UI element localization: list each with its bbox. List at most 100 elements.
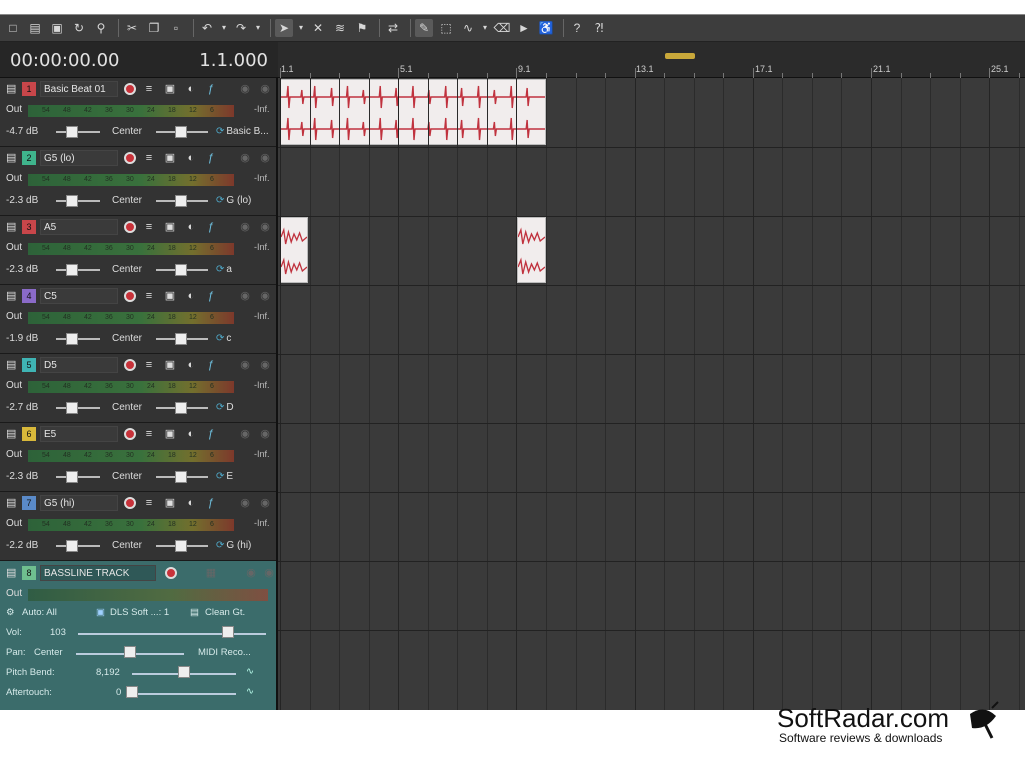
track-number[interactable]: 1 xyxy=(22,82,36,96)
track-settings-icon[interactable]: ◉ xyxy=(258,82,272,96)
aftertouch-envelope-icon[interactable]: ∿ xyxy=(246,686,254,697)
record-arm-button[interactable] xyxy=(124,497,136,509)
track-mute-icon[interactable]: ◐ xyxy=(184,151,198,165)
timeline-grid[interactable] xyxy=(278,78,1025,710)
track-solo-icon[interactable]: ▣ xyxy=(163,289,177,303)
marker-icon[interactable]: ⚑ xyxy=(353,19,371,37)
help-icon[interactable]: ? xyxy=(568,19,586,37)
synth-select[interactable]: DLS Soft ...: 1 xyxy=(110,607,169,618)
track-mute-icon[interactable]: ◐ xyxy=(184,358,198,372)
select-icon[interactable]: ⬚ xyxy=(437,19,455,37)
track-output-select[interactable]: ⟳ a xyxy=(216,264,232,275)
audio-event-basic-beat[interactable] xyxy=(280,79,546,145)
record-arm-button[interactable] xyxy=(124,221,136,233)
track-name[interactable]: Basic Beat 01 xyxy=(40,81,118,97)
audio-event-a5-2[interactable] xyxy=(517,217,546,283)
fx-icon[interactable]: ƒ xyxy=(204,151,218,165)
erase-icon[interactable]: ⌫ xyxy=(493,19,511,37)
record-arm-button[interactable] xyxy=(165,567,177,579)
pan-slider-knob[interactable] xyxy=(175,333,187,345)
zoom-icon[interactable]: ⚲ xyxy=(92,19,110,37)
audio-track[interactable]: ▤ 1 Basic Beat 01 ≡ ▣ ◐ ƒ ◉ ◉ Out 54 48 42… xyxy=(0,78,276,147)
pan-slider-knob[interactable] xyxy=(175,471,187,483)
track-expand-icon[interactable]: ▤ xyxy=(6,83,18,95)
loop-icon[interactable]: ↻ xyxy=(70,19,88,37)
automation-icon[interactable]: ◉ xyxy=(238,358,252,372)
pencil-icon[interactable]: ✎ xyxy=(415,19,433,37)
copy-icon[interactable]: ❐ xyxy=(145,19,163,37)
volume-slider-knob[interactable] xyxy=(66,333,78,345)
volume-slider-knob[interactable] xyxy=(66,540,78,552)
track-name[interactable]: E5 xyxy=(40,426,118,442)
track-settings-icon[interactable]: ◉ xyxy=(258,358,272,372)
volume-slider-track[interactable] xyxy=(56,269,100,271)
track-expand-icon[interactable]: ▤ xyxy=(6,290,18,302)
record-arm-button[interactable] xyxy=(124,359,136,371)
track-output-select[interactable]: ⟳ c xyxy=(216,333,231,344)
track-expand-icon[interactable]: ▤ xyxy=(6,567,18,579)
track-mute-icon[interactable]: ◐ xyxy=(184,82,198,96)
track-name[interactable]: BASSLINE TRACK xyxy=(40,565,156,581)
track-solo-icon[interactable]: ▣ xyxy=(163,82,177,96)
volume-slider-track[interactable] xyxy=(56,545,100,547)
snap-icon[interactable]: ≋ xyxy=(331,19,349,37)
pan-slider-knob[interactable] xyxy=(175,402,187,414)
input-monitor-icon[interactable]: ≡ xyxy=(142,427,156,441)
audio-track[interactable]: ▤ 7 G5 (hi) ≡ ▣ ◐ ƒ ◉ ◉ Out 54 48 42 36 30 24… xyxy=(0,492,276,561)
track-number[interactable]: 6 xyxy=(22,427,36,441)
undo-dropdown-icon[interactable]: ▾ xyxy=(220,19,228,37)
automation-icon[interactable]: ◉ xyxy=(238,289,252,303)
input-monitor-icon[interactable]: ≡ xyxy=(142,496,156,510)
midi-output-select[interactable]: MIDI Reco... xyxy=(198,647,251,658)
input-monitor-icon[interactable]: ≡ xyxy=(142,358,156,372)
track-name[interactable]: A5 xyxy=(40,219,118,235)
volume-slider-track[interactable] xyxy=(56,338,100,340)
track-number[interactable]: 5 xyxy=(22,358,36,372)
track-settings-icon[interactable]: ◉ xyxy=(258,151,272,165)
loop-region-marker[interactable] xyxy=(665,53,695,59)
input-echo-icon[interactable]: ▦ xyxy=(204,566,218,580)
pan-slider-knob[interactable] xyxy=(175,540,187,552)
pointer-icon[interactable]: ➤ xyxy=(275,19,293,37)
undo-icon[interactable]: ↶ xyxy=(198,19,216,37)
volume-slider-knob[interactable] xyxy=(66,264,78,276)
save-icon[interactable]: ▣ xyxy=(48,19,66,37)
fx-icon[interactable]: ƒ xyxy=(204,82,218,96)
open-icon[interactable]: ▤ xyxy=(26,19,44,37)
track-output-select[interactable]: ⟳ D xyxy=(216,402,234,413)
automation-icon[interactable]: ◉ xyxy=(238,496,252,510)
automation-icon[interactable]: ⚙ xyxy=(6,607,15,618)
fx-icon[interactable]: ƒ xyxy=(204,289,218,303)
aftertouch-slider-track[interactable] xyxy=(126,693,236,695)
audio-event-a5-1[interactable] xyxy=(280,217,308,283)
fx-icon[interactable]: ƒ xyxy=(204,427,218,441)
paste-icon[interactable]: ▫ xyxy=(167,19,185,37)
automation-icon[interactable]: ◉ xyxy=(238,151,252,165)
record-arm-button[interactable] xyxy=(124,290,136,302)
track-settings-icon[interactable]: ◉ xyxy=(258,220,272,234)
autoscroll-icon[interactable]: ⇄ xyxy=(384,19,402,37)
volume-slider-track[interactable] xyxy=(56,131,100,133)
redo-dropdown-icon[interactable]: ▾ xyxy=(254,19,262,37)
track-mute-icon[interactable]: ◐ xyxy=(184,289,198,303)
track-settings-icon[interactable]: ◉ xyxy=(258,427,272,441)
track-solo-icon[interactable]: ▣ xyxy=(163,358,177,372)
record-arm-button[interactable] xyxy=(124,428,136,440)
track-expand-icon[interactable]: ▤ xyxy=(6,221,18,233)
audio-track[interactable]: ▤ 6 E5 ≡ ▣ ◐ ƒ ◉ ◉ Out 54 48 42 36 30 24 18 12 6… xyxy=(0,423,276,492)
track-expand-icon[interactable]: ▤ xyxy=(6,497,18,509)
track-settings-icon[interactable]: ◉ xyxy=(258,289,272,303)
timeline-ruler[interactable]: 1.1 5.1 9.1 13.1 17.1 21.1 25.1 xyxy=(278,42,1025,78)
track-number[interactable]: 2 xyxy=(22,151,36,165)
pitch-bend-envelope-icon[interactable]: ∿ xyxy=(246,666,254,677)
new-icon[interactable]: □ xyxy=(4,19,22,37)
pan-slider-knob[interactable] xyxy=(175,195,187,207)
track-solo-icon[interactable]: ▣ xyxy=(163,496,177,510)
track-output-select[interactable]: ⟳ G (hi) xyxy=(216,540,251,551)
volume-slider-track[interactable] xyxy=(56,407,100,409)
track-solo-icon[interactable]: ▣ xyxy=(163,151,177,165)
track-number[interactable]: 4 xyxy=(22,289,36,303)
track-name[interactable]: C5 xyxy=(40,288,118,304)
crossfade-icon[interactable]: ✕ xyxy=(309,19,327,37)
input-monitor-icon[interactable]: ≡ xyxy=(142,289,156,303)
